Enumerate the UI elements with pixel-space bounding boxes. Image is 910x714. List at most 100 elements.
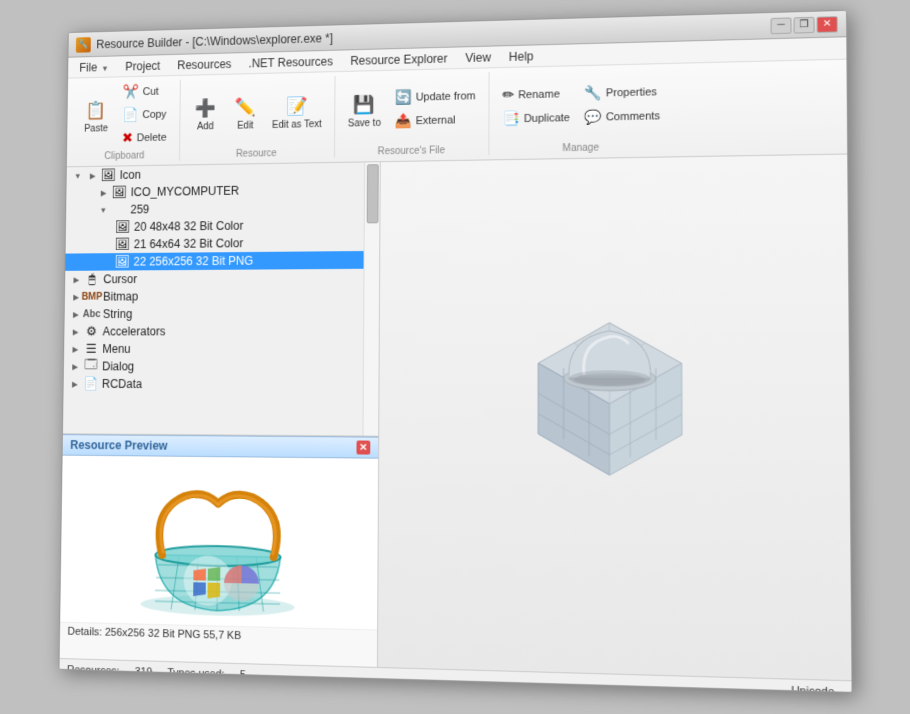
tree-item-menu[interactable]: ▶ ☰ Menu [64,340,363,358]
encoding: Unicode [791,684,843,693]
paste-button[interactable]: 📋 Paste [78,94,114,138]
edit-as-text-label: Edit as Text [272,119,322,131]
expander-259[interactable]: ▼ [96,202,111,218]
properties-icon: 🔧 [584,85,602,102]
properties-button[interactable]: 🔧 Properties [579,80,665,105]
external-button[interactable]: 📤 External [390,108,481,132]
duplicate-icon: 📑 [502,110,519,127]
expander-string[interactable]: ▶ [68,306,83,321]
copy-button[interactable]: 📄 Copy [118,103,172,126]
ribbon-group-resources-file: 💾 Save to 🔄 Update from 📤 External [335,72,490,158]
icon-22: 🖼 [114,254,131,270]
mycomputer-icon: 🖼 [111,185,128,201]
content-area: ▼ ▶ 🖼 Icon ▶ 🖼 ICO_MYCOMPUTER [60,155,852,681]
preview-details-text: 256x256 32 Bit PNG 55,7 KB [105,627,241,642]
save-to-button[interactable]: 💾 Save to [343,87,386,132]
expander-mycomputer[interactable]: ▶ [96,185,111,201]
expander-cursor[interactable]: ▶ [69,272,84,288]
tree-scrollbar[interactable] [362,162,379,435]
tree-inner: ▼ ▶ 🖼 Icon ▶ 🖼 ICO_MYCOMPUTER [63,162,364,435]
add-label: Add [197,121,214,132]
icon-group-label: Icon [120,168,141,182]
menu-file[interactable]: File ▼ [72,58,116,76]
expander-dialog[interactable]: ▶ [68,359,83,375]
delete-button[interactable]: ✖ Delete [117,126,171,149]
tree-scroll-thumb[interactable] [367,164,379,223]
types-label: Types used: [167,667,224,681]
menu-view[interactable]: View [457,48,499,67]
comments-button[interactable]: 💬 Comments [579,104,665,129]
edit-icon: ✏️ [232,93,259,121]
app-icon: 🔧 [76,37,91,53]
tree-item-rcdata[interactable]: ▶ 📄 RCData [64,375,363,394]
file-col: 🔄 Update from 📤 External [390,84,481,132]
expander-icon-group[interactable]: ▼ [70,168,85,184]
label-21: 21 64x64 32 Bit Color [134,236,244,251]
tree-item-cursor[interactable]: ▶ 🖱 Cursor [65,269,363,288]
tree-item-bitmap[interactable]: ▶ BMP Bitmap [65,287,364,306]
menu-net-resources[interactable]: .NET Resources [241,52,341,72]
right-panel [378,155,852,681]
dialog-label: Dialog [102,360,134,374]
label-22: 22 256x256 32 Bit PNG [133,254,253,269]
delete-label: Delete [137,131,167,143]
label-20: 20 48x48 32 Bit Color [134,219,243,234]
external-label: External [416,114,456,127]
menu-help[interactable]: Help [501,47,542,66]
preview-header: Resource Preview ✕ [63,434,379,458]
expander-menu[interactable]: ▶ [68,341,83,356]
resource-group-label: Resource [236,148,277,159]
resource-builder-icon [508,302,714,528]
cut-label: Cut [143,86,159,98]
save-to-label: Save to [348,118,381,129]
resources-file-items: 💾 Save to 🔄 Update from 📤 External [343,72,481,145]
expander-rcdata[interactable]: ▶ [67,376,82,392]
main-window: 🔧 Resource Builder - [C:\Windows\explore… [59,10,853,693]
clipboard-col: ✂️ Cut 📄 Copy ✖ Delete [117,80,172,149]
add-button[interactable]: ➕ Add [187,91,223,135]
tree-item-accelerators[interactable]: ▶ ⚙ Accelerators [64,322,363,340]
close-button[interactable]: ✕ [817,16,838,33]
types-count: 5 [240,669,246,681]
ribbon: 📋 Paste ✂️ Cut 📄 Copy [67,60,847,168]
restore-button[interactable]: ❐ [794,16,815,33]
save-to-icon: 💾 [351,91,378,119]
tree-item-22[interactable]: 🖼 22 256x256 32 Bit PNG [65,251,363,271]
add-icon: ➕ [192,94,219,122]
clipboard-items: 📋 Paste ✂️ Cut 📄 Copy [78,80,172,150]
expander-accelerators[interactable]: ▶ [68,324,83,339]
menu-label: Menu [102,342,130,356]
manage-col: ✏ Rename 📑 Duplicate [497,82,575,130]
ribbon-group-clipboard: 📋 Paste ✂️ Cut 📄 Copy [71,80,181,163]
duplicate-button[interactable]: 📑 Duplicate [497,106,575,130]
tree-item-dialog[interactable]: ▶ 🗔 Dialog [64,358,363,376]
preview-close-button[interactable]: ✕ [356,440,370,454]
rename-button[interactable]: ✏ Rename [497,82,575,107]
menu-resource-explorer[interactable]: Resource Explorer [342,49,455,69]
external-icon: 📤 [395,112,412,129]
minimize-button[interactable]: ─ [771,17,792,34]
window-wrapper: 🔧 Resource Builder - [C:\Windows\explore… [48,18,838,678]
comments-label: Comments [606,110,660,123]
preview-title: Resource Preview [70,438,168,453]
comments-icon: 💬 [584,109,602,126]
tree-container: ▼ ▶ 🖼 Icon ▶ 🖼 ICO_MYCOMPUTER [63,162,380,435]
edit-button[interactable]: ✏️ Edit [227,90,264,134]
delete-icon: ✖ [122,130,133,147]
tree-item-string[interactable]: ▶ Abc String [65,304,364,323]
resources-file-group-label: Resource's File [378,145,446,157]
bitmap-icon: BMP [83,289,100,305]
menu-resources[interactable]: Resources [170,55,240,74]
window-title: Resource Builder - [C:\Windows\explorer.… [96,31,333,51]
update-from-button[interactable]: 🔄 Update from [390,84,481,109]
resource-items: ➕ Add ✏️ Edit 📝 Edit as Text [187,76,327,148]
menu-icon: ☰ [83,341,100,357]
properties-label: Properties [606,86,657,99]
cut-button[interactable]: ✂️ Cut [118,80,172,103]
expander-icon-group2[interactable]: ▶ [85,168,100,184]
rcdata-label: RCData [102,377,142,391]
edit-as-text-button[interactable]: 📝 Edit as Text [267,89,327,134]
left-panel: ▼ ▶ 🖼 Icon ▶ 🖼 ICO_MYCOMPUTER [60,162,381,667]
menu-project[interactable]: Project [118,57,168,75]
icon-259 [111,202,128,218]
